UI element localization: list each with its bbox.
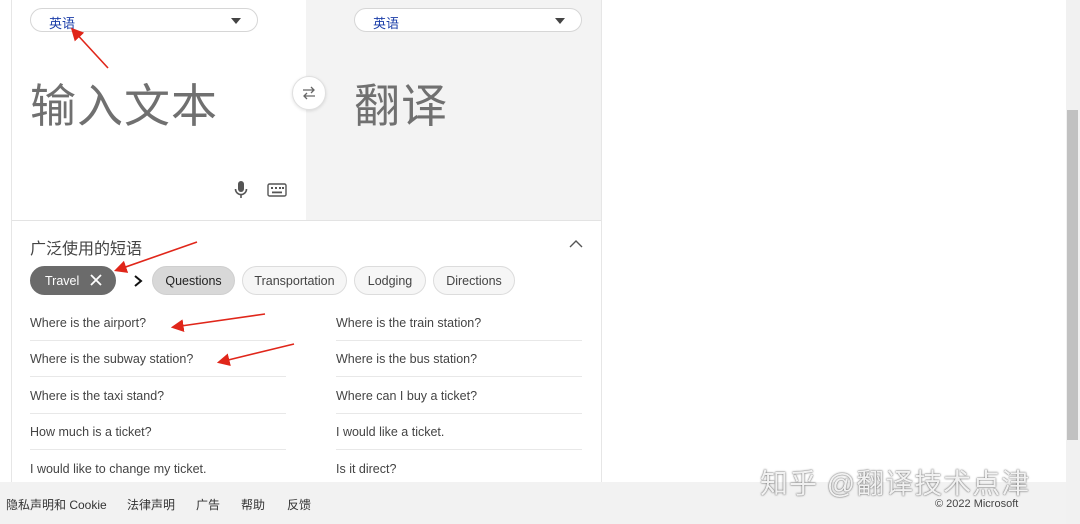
footer-link-help[interactable]: 帮助 bbox=[241, 496, 265, 513]
target-language-label: 英语 bbox=[373, 16, 400, 31]
translator-card: 英语 输入文本 英语 翻译 广泛使用的短语 Travel Questions T… bbox=[11, 0, 602, 483]
category-chip-directions[interactable]: Directions bbox=[433, 266, 515, 295]
phrase-item[interactable]: Where is the airport? bbox=[30, 305, 286, 341]
phrases-title: 广泛使用的短语 bbox=[30, 241, 143, 258]
footer-link-privacy[interactable]: 隐私声明和 Cookie bbox=[6, 496, 107, 513]
phrase-item[interactable]: How much is a ticket? bbox=[30, 414, 286, 450]
footer-link-ads[interactable]: 广告 bbox=[196, 496, 220, 513]
source-language-label: 英语 bbox=[49, 16, 76, 31]
swap-icon bbox=[303, 86, 315, 100]
keyboard-icon bbox=[267, 183, 287, 197]
category-chip-travel[interactable]: Travel bbox=[30, 266, 116, 295]
translation-output: 翻译 bbox=[354, 80, 448, 132]
source-pane[interactable]: 英语 输入文本 bbox=[12, 0, 306, 220]
scrollbar-thumb[interactable] bbox=[1067, 110, 1078, 440]
category-chip-transportation[interactable]: Transportation bbox=[242, 266, 347, 295]
microphone-icon bbox=[234, 181, 248, 198]
close-icon[interactable] bbox=[89, 273, 103, 287]
source-text-input[interactable]: 输入文本 bbox=[30, 70, 218, 136]
keyboard-button[interactable] bbox=[265, 178, 289, 202]
category-chip-questions[interactable]: Questions bbox=[152, 266, 235, 295]
microphone-button[interactable] bbox=[229, 178, 253, 202]
chip-label: Travel bbox=[45, 273, 80, 288]
chevron-down-icon bbox=[231, 18, 241, 24]
section-divider bbox=[12, 220, 601, 221]
source-language-select[interactable]: 英语 bbox=[30, 8, 258, 32]
phrase-item[interactable]: Where is the subway station? bbox=[30, 341, 286, 377]
chevron-up-icon bbox=[569, 240, 583, 248]
watermark: 知乎 @翻译技术点津 bbox=[760, 468, 1031, 499]
phrase-item[interactable]: Where is the train station? bbox=[336, 305, 582, 341]
collapse-phrases-button[interactable] bbox=[568, 237, 584, 251]
phrase-item[interactable]: I would like a ticket. bbox=[336, 414, 582, 450]
footer-link-legal[interactable]: 法律声明 bbox=[127, 496, 175, 513]
chevron-down-icon bbox=[555, 18, 565, 24]
swap-languages-button[interactable] bbox=[292, 76, 326, 110]
target-language-select[interactable]: 英语 bbox=[354, 8, 582, 32]
phrase-item[interactable]: Where is the taxi stand? bbox=[30, 378, 286, 414]
phrase-item[interactable]: I would like to change my ticket. bbox=[30, 451, 286, 482]
phrase-item[interactable]: Where can I buy a ticket? bbox=[336, 378, 582, 414]
phrase-item[interactable]: Is it direct? bbox=[336, 451, 582, 482]
phrase-item[interactable]: Where is the bus station? bbox=[336, 341, 582, 377]
category-chip-lodging[interactable]: Lodging bbox=[354, 266, 426, 295]
target-pane: 英语 翻译 bbox=[306, 0, 601, 220]
chevron-right-icon[interactable] bbox=[132, 274, 144, 288]
footer-link-feedback[interactable]: 反馈 bbox=[287, 496, 311, 513]
